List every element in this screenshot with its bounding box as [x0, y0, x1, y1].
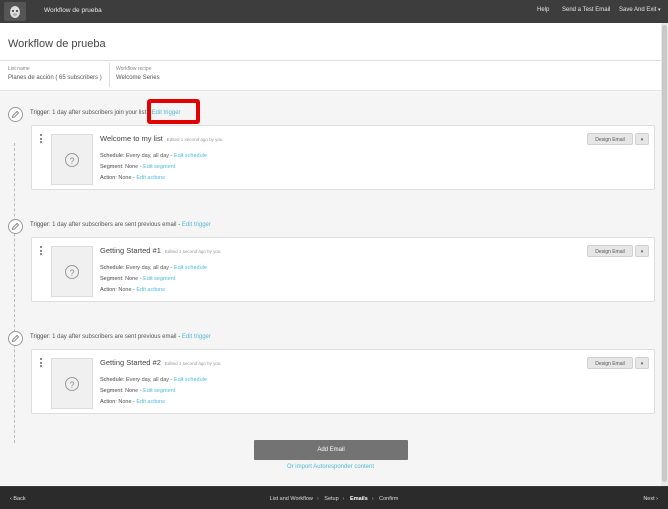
email-name[interactable]: Getting Started #2 [100, 358, 161, 367]
chevron-right-icon: › [342, 496, 345, 502]
drag-handle-icon[interactable] [40, 358, 42, 369]
next-button[interactable]: Next › [643, 496, 658, 502]
recipe-info: Workflow recipe Welcome Series [116, 66, 160, 81]
email-edited-meta: Edited 1 second ago by you. [164, 361, 222, 366]
segment-label: Segment: [100, 164, 124, 170]
step-list-and-workflow[interactable]: List and Workflow [270, 496, 313, 502]
action-value: None [118, 287, 132, 293]
help-link[interactable]: Help [537, 7, 549, 13]
workflow-recipe-label: Workflow recipe [116, 66, 152, 72]
email-name[interactable]: Getting Started #1 [100, 246, 161, 255]
workflow-title: Workflow de prueba [44, 7, 102, 14]
segment-value: None [125, 388, 139, 394]
schedule-value: Every day, all day [126, 377, 170, 383]
segment-label: Segment: [100, 388, 124, 394]
divider [109, 63, 110, 87]
schedule-value: Every day, all day [126, 265, 170, 271]
action-label: Action: [100, 399, 117, 405]
segment-value: None [125, 164, 139, 170]
segment-label: Segment: [100, 276, 124, 282]
email-edited-meta: Edited 1 second ago by you. [164, 249, 222, 254]
segment-value: None [125, 276, 139, 282]
step-emails[interactable]: Emails [350, 496, 368, 502]
list-info: List name Planes de acción ( 65 subscrib… [8, 66, 102, 81]
email-thumbnail: ? [51, 134, 93, 185]
step-setup[interactable]: Setup [324, 496, 338, 502]
edit-trigger-link[interactable]: Edit trigger [182, 222, 211, 228]
question-icon: ? [65, 377, 79, 391]
action-label: Action: [100, 287, 117, 293]
edit-schedule-link[interactable]: Edit schedule [174, 265, 207, 271]
design-email-button[interactable]: Design Email [587, 245, 633, 257]
schedule-value: Every day, all day [126, 153, 170, 159]
pencil-icon[interactable] [8, 331, 23, 346]
edit-segment-link[interactable]: Edit segment [143, 388, 175, 394]
edit-segment-link[interactable]: Edit segment [143, 164, 175, 170]
chevron-right-icon: › [316, 496, 319, 502]
save-and-exit-button[interactable]: Save And Exit ▾ [619, 7, 661, 13]
trigger-label: Trigger: [30, 222, 51, 228]
trigger-label: Trigger: [30, 334, 51, 340]
chevron-down-icon: ▾ [658, 7, 661, 13]
schedule-label: Schedule: [100, 153, 125, 159]
edit-actions-link[interactable]: Edit actions [136, 399, 164, 405]
trigger-label: Trigger: [30, 110, 51, 116]
edit-segment-link[interactable]: Edit segment [143, 276, 175, 282]
save-and-exit-label: Save And Exit [619, 7, 657, 13]
chevron-right-icon: › [371, 496, 374, 502]
trigger-description: 1 day after subscribers are sent previou… [52, 222, 177, 228]
timeline-line [14, 143, 15, 443]
email-card: ? Welcome to my list Edited 1 second ago … [31, 125, 655, 190]
edit-trigger-link[interactable]: Edit trigger [182, 334, 211, 340]
chevron-down-icon[interactable]: ▾ [635, 357, 649, 369]
trigger-description: 1 day after subscribers are sent previou… [52, 334, 177, 340]
schedule-label: Schedule: [100, 265, 125, 271]
trigger-description: 1 day after subscribers join your list [52, 110, 147, 116]
schedule-label: Schedule: [100, 377, 125, 383]
edit-actions-link[interactable]: Edit actions [136, 287, 164, 293]
list-name-value: Planes de acción ( 65 subscribers ) [8, 75, 102, 81]
page-title: Workflow de prueba [8, 38, 106, 50]
pencil-icon[interactable] [8, 219, 23, 234]
chevron-down-icon[interactable]: ▾ [635, 245, 649, 257]
email-name[interactable]: Welcome to my list [100, 134, 163, 143]
workflow-recipe-value: Welcome Series [116, 75, 160, 81]
add-email-button[interactable]: Add Email [254, 440, 408, 460]
drag-handle-icon[interactable] [40, 134, 42, 145]
step-breadcrumb: List and Workflow › Setup › Emails › Confir… [0, 496, 668, 502]
pencil-icon[interactable] [8, 107, 23, 122]
email-edited-meta: Edited 1 second ago by you. [166, 137, 224, 142]
design-email-button[interactable]: Design Email [587, 357, 633, 369]
send-test-email-link[interactable]: Send a Test Email [562, 7, 610, 13]
question-icon: ? [65, 153, 79, 167]
design-email-button[interactable]: Design Email [587, 133, 633, 145]
action-label: Action: [100, 175, 117, 181]
action-value: None [118, 399, 132, 405]
email-card: ? Getting Started #1 Edited 1 second ago … [31, 237, 655, 302]
email-card: ? Getting Started #2 Edited 1 second ago … [31, 349, 655, 414]
email-thumbnail: ? [51, 246, 93, 297]
edit-actions-link[interactable]: Edit actions [136, 175, 164, 181]
list-name-label: List name [8, 66, 30, 72]
step-confirm[interactable]: Confirm [379, 496, 398, 502]
drag-handle-icon[interactable] [40, 246, 42, 257]
question-icon: ? [65, 265, 79, 279]
footer-nav: ‹ Back List and Workflow › Setup › Emails ›… [0, 487, 668, 509]
edit-schedule-link[interactable]: Edit schedule [174, 377, 207, 383]
email-thumbnail: ? [51, 358, 93, 409]
top-bar: Workflow de prueba Help Send a Test Emai… [0, 0, 668, 23]
scrollbar[interactable] [661, 23, 668, 486]
divider [0, 60, 661, 61]
action-value: None [118, 175, 132, 181]
import-autoresponder-link[interactable]: Or import Autoresponder content [287, 464, 374, 470]
chevron-down-icon[interactable]: ▾ [635, 133, 649, 145]
highlight-annotation [147, 99, 200, 124]
mailchimp-logo-icon[interactable] [4, 2, 26, 21]
scrollbar-thumb[interactable] [662, 25, 667, 482]
edit-schedule-link[interactable]: Edit schedule [174, 153, 207, 159]
